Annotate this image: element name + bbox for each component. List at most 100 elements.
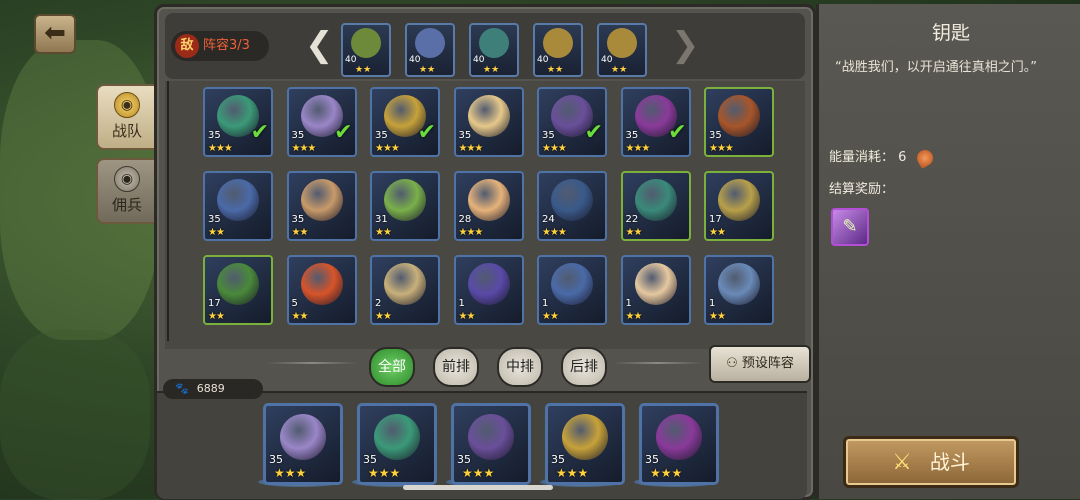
team-hero-level: 35 <box>269 453 283 466</box>
preset-lineup-button[interactable]: ⚇ 预设阵容 <box>709 345 811 383</box>
tab-mercenary-label: 佣兵 <box>111 196 142 214</box>
hero-card[interactable]: 2 ★★ <box>370 255 440 325</box>
preset-lineup-label: 预设阵容 <box>741 356 794 371</box>
hero-level: 1 <box>709 298 716 309</box>
team-hero-portrait <box>468 414 514 460</box>
hero-portrait <box>300 179 343 221</box>
back-button[interactable]: ⬅ <box>34 14 76 54</box>
filter-middle-button[interactable]: 中排 <box>497 347 543 387</box>
hero-card[interactable]: 1 ★★ <box>620 255 691 325</box>
team-slot[interactable]: 35 ★★★ <box>451 403 531 485</box>
stage-details-panel: 钥匙 “战胜我们，以开启通往真相之门。” 能量消耗： 6 结算奖励： ✎ ⚔ 战斗 <box>816 4 1080 499</box>
hero-stars: ★★ <box>709 227 726 238</box>
hero-card[interactable]: 28 ★★★ <box>453 171 524 241</box>
enemy-face <box>543 28 573 58</box>
next-lineup-arrow[interactable]: ❯ <box>671 25 700 65</box>
crossed-swords-icon: ⚔ <box>892 450 912 475</box>
hero-level: 1 <box>458 298 465 309</box>
hero-card[interactable]: 35 ★★★ <box>704 87 774 157</box>
enemy-portrait[interactable]: 40 ★★ <box>597 23 647 77</box>
enemy-face <box>351 28 381 58</box>
tab-mercenary[interactable]: ◉ 佣兵 <box>96 158 156 224</box>
enemy-stars: ★★ <box>611 65 628 75</box>
back-arrow-icon: ⬅ <box>44 18 66 48</box>
filter-front-button[interactable]: 前排 <box>433 347 479 387</box>
selected-team: 35 ★★★ 35 ★★★ 35 ★★★ 35 ★★★ 35 ★★★ <box>157 391 807 499</box>
hero-level: 35 <box>291 130 305 141</box>
enemy-portrait[interactable]: 40 ★★ <box>405 23 455 77</box>
enemy-level: 40 <box>537 55 549 65</box>
hero-card[interactable]: 35 ★★★ ✔ <box>203 87 273 157</box>
prev-lineup-arrow[interactable]: ❮ <box>305 25 334 65</box>
enemy-stars: ★★ <box>483 65 500 75</box>
hero-stars: ★★★ <box>625 143 651 154</box>
hero-stars: ★★ <box>208 311 225 322</box>
team-hero-stars: ★★★ <box>462 466 495 480</box>
hero-stars: ★★ <box>625 227 643 238</box>
enemy-level: 40 <box>601 55 613 65</box>
hero-stars: ★★ <box>291 227 309 238</box>
hero-stars: ★★★ <box>375 143 400 154</box>
enemy-lineup-bar: 敌阵容3/3 ❮ 40 ★★ 40 ★★ 40 ★★ 40 ★★ 40 ★★ ❯ <box>165 13 805 79</box>
filter-divider <box>613 362 703 364</box>
team-slot[interactable]: 35 ★★★ <box>639 403 719 485</box>
hero-card[interactable]: 35 ★★★ <box>453 87 524 157</box>
team-slot[interactable]: 35 ★★★ <box>263 403 343 485</box>
enemy-level: 40 <box>409 55 421 65</box>
hero-card[interactable]: 1 ★★ <box>537 255 607 325</box>
hero-card[interactable]: 35 ★★ <box>286 171 357 241</box>
hero-level: 22 <box>625 214 639 225</box>
team-hero-level: 35 <box>551 453 565 466</box>
tab-team[interactable]: ◉ 战队 <box>96 84 156 150</box>
enemy-level: 40 <box>345 55 357 65</box>
hero-card[interactable]: 24 ★★★ <box>537 171 607 241</box>
selected-check-icon: ✔ <box>334 120 353 145</box>
hero-level: 24 <box>542 214 555 225</box>
hero-card[interactable]: 35 ★★★ ✔ <box>370 87 440 157</box>
hero-stars: ★★ <box>208 227 225 238</box>
hero-card[interactable]: 1 ★★ <box>453 255 524 325</box>
stage-title: 钥匙 <box>931 22 970 44</box>
reward-item[interactable]: ✎ <box>831 208 869 246</box>
hero-level: 1 <box>542 298 549 309</box>
enemy-face <box>479 28 509 58</box>
hero-card[interactable]: 22 ★★ <box>620 171 691 241</box>
hero-portrait <box>718 179 760 221</box>
hero-roster: 35 ★★★ ✔ 35 ★★★ ✔ 35 ★★★ ✔ 35 ★★★ 35 ★★★ ✔ 35 ★★★ ✔ 35 ★★★… <box>165 81 805 349</box>
hero-level: 35 <box>542 130 555 141</box>
team-slot[interactable]: 35 ★★★ <box>545 403 625 485</box>
hero-stars: ★★★ <box>291 143 317 154</box>
team-hero-portrait <box>562 414 608 460</box>
helmet-gold-icon: ◉ <box>114 92 140 118</box>
hero-portrait <box>467 179 510 221</box>
fight-label: 战斗 <box>929 450 970 474</box>
hero-portrait <box>718 95 760 137</box>
hero-level: 5 <box>291 298 298 309</box>
enemy-portrait[interactable]: 40 ★★ <box>341 23 391 77</box>
team-slot[interactable]: 35 ★★★ <box>357 403 437 485</box>
hero-card[interactable]: 35 ★★★ ✔ <box>286 87 357 157</box>
hero-card[interactable]: 35 ★★★ ✔ <box>620 87 691 157</box>
filter-all-button[interactable]: 全部 <box>369 347 415 387</box>
hero-card[interactable]: 5 ★★ <box>286 255 357 325</box>
hero-stars: ★★★ <box>542 143 567 154</box>
enemy-portrait[interactable]: 40 ★★ <box>469 23 519 77</box>
team-hero-stars: ★★★ <box>368 466 401 480</box>
hero-card[interactable]: 35 ★★ <box>203 171 273 241</box>
filter-back-button[interactable]: 后排 <box>561 347 607 387</box>
hero-card[interactable]: 31 ★★ <box>370 171 440 241</box>
hero-stars: ★★ <box>375 311 392 322</box>
hero-card[interactable]: 35 ★★★ ✔ <box>537 87 607 157</box>
hero-stars: ★★ <box>709 311 726 322</box>
team-hero-portrait <box>280 414 326 460</box>
enemy-face <box>607 28 637 58</box>
hero-card[interactable]: 17 ★★ <box>704 171 774 241</box>
hero-portrait <box>217 263 259 305</box>
selected-check-icon: ✔ <box>668 120 687 145</box>
enemy-portrait[interactable]: 40 ★★ <box>533 23 583 77</box>
team-hero-level: 35 <box>645 453 659 466</box>
hero-card[interactable]: 1 ★★ <box>704 255 774 325</box>
enemy-stars: ★★ <box>355 65 372 75</box>
hero-card[interactable]: 17 ★★ <box>203 255 273 325</box>
fight-button[interactable]: ⚔ 战斗 <box>843 436 1019 488</box>
